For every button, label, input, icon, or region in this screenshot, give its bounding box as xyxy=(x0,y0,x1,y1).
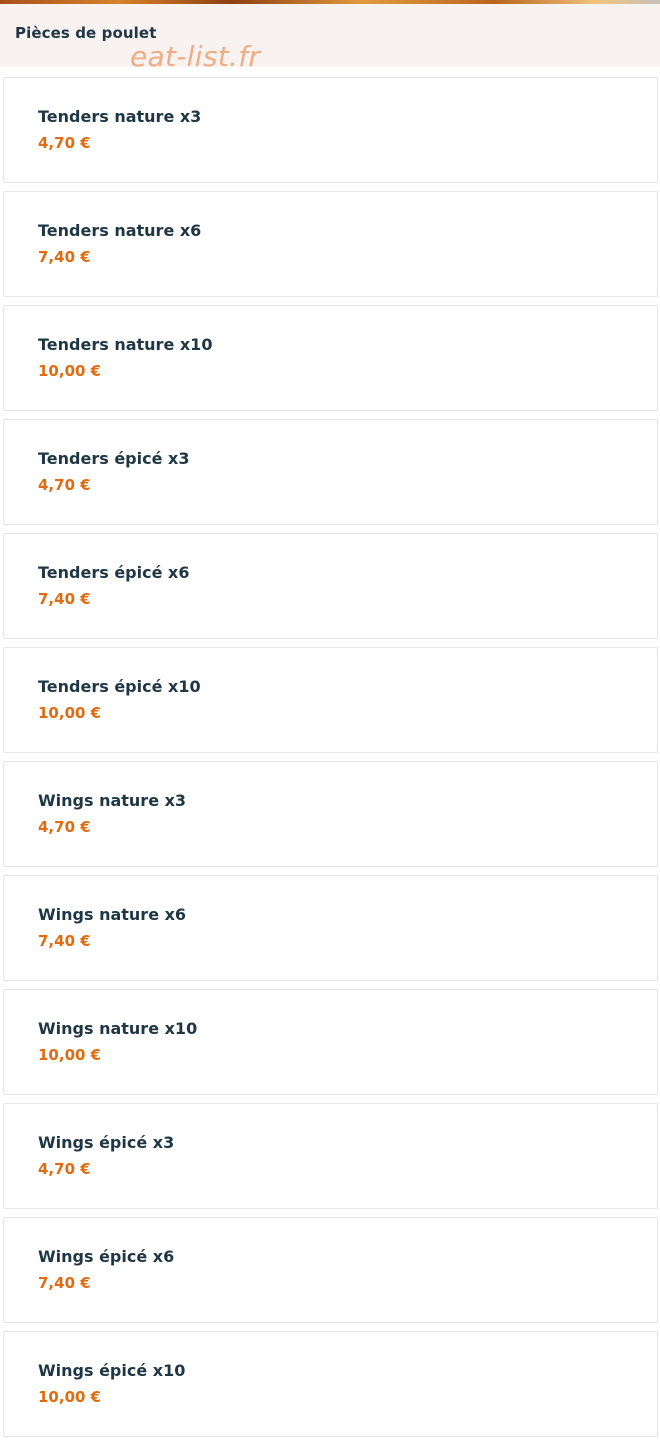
menu-item-name: Tenders nature x10 xyxy=(38,335,213,354)
menu-item-price: 7,40 € xyxy=(38,248,91,266)
menu-item-name: Wings nature x3 xyxy=(38,791,187,810)
menu-item-card[interactable]: Tenders nature x6 7,40 € xyxy=(3,191,658,297)
menu-item-card[interactable]: Tenders épicé x3 4,70 € xyxy=(3,419,658,525)
menu-item-name: Tenders nature x3 xyxy=(38,107,202,126)
menu-item-card[interactable]: Tenders nature x10 10,00 € xyxy=(3,305,658,411)
menu-item-card[interactable]: Wings nature x10 10,00 € xyxy=(3,989,658,1095)
menu-item-card[interactable]: Wings épicé x3 4,70 € xyxy=(3,1103,658,1209)
menu-item-name: Wings nature x6 xyxy=(38,905,187,924)
menu-item-price: 4,70 € xyxy=(38,1160,91,1178)
watermark: eat-list.fr xyxy=(130,40,261,73)
menu-item-name: Wings épicé x3 xyxy=(38,1133,175,1152)
menu-item-price: 4,70 € xyxy=(38,818,91,836)
menu-item-price: 7,40 € xyxy=(38,932,91,950)
menu-item-card[interactable]: Tenders épicé x6 7,40 € xyxy=(3,533,658,639)
menu-item-name: Wings nature x10 xyxy=(38,1019,198,1038)
menu-item-name: Tenders nature x6 xyxy=(38,221,202,240)
menu-item-price: 10,00 € xyxy=(38,704,102,722)
menu-item-card[interactable]: Wings nature x3 4,70 € xyxy=(3,761,658,867)
menu-item-card[interactable]: Wings nature x6 7,40 € xyxy=(3,875,658,981)
menu-item-card[interactable]: Wings épicé x10 10,00 € xyxy=(3,1331,658,1437)
menu-item-name: Wings épicé x6 xyxy=(38,1247,175,1266)
category-header: Pièces de poulet xyxy=(0,4,660,67)
menu-item-name: Wings épicé x10 xyxy=(38,1361,186,1380)
menu-item-price: 10,00 € xyxy=(38,362,102,380)
menu-item-name: Tenders épicé x6 xyxy=(38,563,190,582)
menu-item-price: 10,00 € xyxy=(38,1388,102,1406)
menu-item-price: 10,00 € xyxy=(38,1046,102,1064)
menu-item-price: 4,70 € xyxy=(38,476,91,494)
menu-item-card[interactable]: Wings épicé x6 7,40 € xyxy=(3,1217,658,1323)
menu-item-card[interactable]: Tenders épicé x10 10,00 € xyxy=(3,647,658,753)
menu-item-list: Tenders nature x3 4,70 € Tenders nature … xyxy=(3,77,658,1445)
menu-item-name: Tenders épicé x10 xyxy=(38,677,201,696)
menu-item-name: Tenders épicé x3 xyxy=(38,449,190,468)
menu-item-price: 7,40 € xyxy=(38,590,91,608)
menu-item-card[interactable]: Tenders nature x3 4,70 € xyxy=(3,77,658,183)
menu-item-price: 7,40 € xyxy=(38,1274,91,1292)
menu-item-price: 4,70 € xyxy=(38,134,91,152)
